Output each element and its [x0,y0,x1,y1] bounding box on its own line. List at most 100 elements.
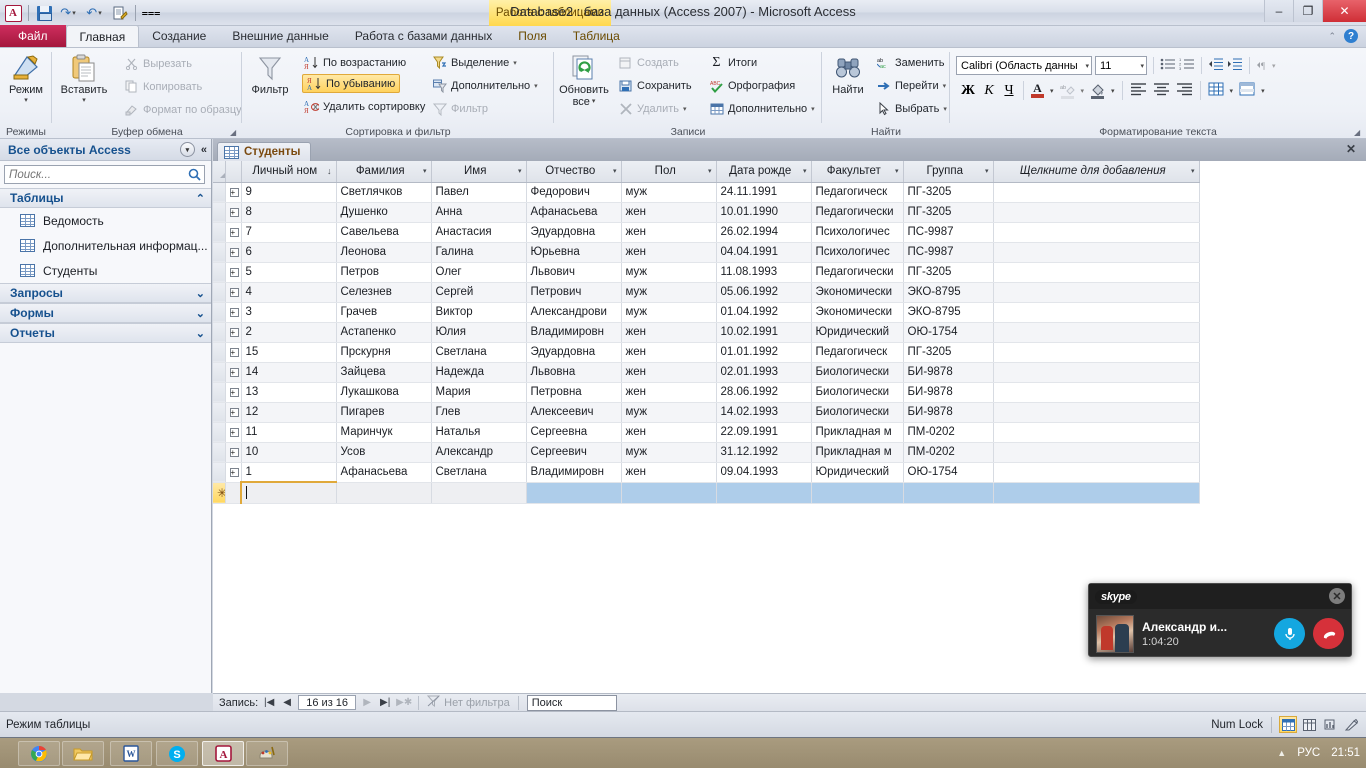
tab-create[interactable]: Создание [139,25,219,47]
table-cell[interactable]: Маринчук [336,422,432,443]
close-icon[interactable]: ✕ [1329,588,1345,604]
table-cell[interactable]: Афанасьева [526,202,622,223]
delete-record-button[interactable]: Удалить ▾ [618,100,687,117]
chevron-up-icon[interactable]: ⌃ [196,192,205,205]
table-cell[interactable]: Астапенко [336,322,432,343]
goto-button[interactable]: Перейти ▾ [876,77,946,94]
table-cell[interactable]: Душенко [336,202,432,223]
table-cell[interactable]: 10.01.1990 [716,202,812,223]
table-cell[interactable]: 28.06.1992 [716,382,812,403]
new-record-cell-selected[interactable] [903,482,994,504]
column-header-fakultet[interactable]: Факультет ▾ [811,161,904,183]
table-row[interactable]: +3 Грачев Виктор Александрови муж 01.04.1992 Э… [213,302,1200,323]
table-row[interactable]: +14 Зайцева Надежда Львовна жен 02.01.1993 Био… [213,362,1200,383]
font-color-button[interactable]: A [1031,82,1044,98]
table-cell[interactable]: 15 [241,342,337,363]
customize-qat-icon[interactable]: ⩶ [140,2,162,24]
table-cell[interactable]: Олег [431,262,527,283]
plus-icon[interactable]: + [229,308,239,317]
table-cell[interactable]: Пигарев [336,402,432,423]
table-cell[interactable]: 01.04.1992 [716,302,812,323]
tab-home[interactable]: Главная [65,25,140,47]
tab-file[interactable]: Файл [0,25,66,47]
pivottable-view-button[interactable] [1300,716,1318,733]
fill-color-caret[interactable]: ▾ [1111,87,1115,95]
table-cell[interactable]: муж [621,402,717,423]
table-cell[interactable]: ОЮ-1754 [903,322,994,343]
expand-row-button[interactable]: + [225,302,242,323]
table-cell[interactable]: Надежда [431,362,527,383]
table-row[interactable]: +9 Светлячков Павел Федорович муж 24.11.1991 П… [213,182,1200,203]
table-cell[interactable]: Савельева [336,222,432,243]
plus-icon[interactable]: + [229,368,239,377]
row-selector[interactable] [213,362,226,383]
table-cell[interactable]: 8 [241,202,337,223]
chevron-down-icon[interactable]: ⌄ [196,327,205,340]
previous-record-button[interactable]: ◀ [280,697,294,708]
chevron-down-icon[interactable]: ▾ [515,167,522,175]
plus-icon[interactable]: + [229,448,239,457]
row-selector[interactable] [213,182,226,203]
table-cell[interactable]: Прикладная м [811,422,904,443]
table-cell[interactable]: Зайцева [336,362,432,383]
nav-item-studenty[interactable]: Студенты [0,258,211,283]
table-cell[interactable]: Анастасия [431,222,527,243]
table-cell[interactable]: ПМ-0202 [903,422,994,443]
filter-button[interactable]: Фильтр [242,52,298,96]
design-view-button[interactable] [1342,716,1360,733]
table-cell[interactable]: 02.01.1993 [716,362,812,383]
sort-asc-button[interactable]: АЯ По возрастанию [304,54,406,71]
chevron-down-icon[interactable]: ▾ [179,142,195,157]
table-cell[interactable]: Сергеевна [526,422,622,443]
table-cell[interactable]: Александрови [526,302,622,323]
table-cell[interactable]: Педагогическ [811,182,904,203]
align-right-icon[interactable] [1176,82,1193,99]
table-cell[interactable]: муж [621,182,717,203]
table-cell[interactable]: Биологически [811,382,904,403]
table-cell[interactable]: Психологичес [811,222,904,243]
show-hidden-icons-icon[interactable]: ▲ [1277,748,1286,758]
expand-row-button[interactable]: + [225,382,242,403]
table-row[interactable]: +11 Маринчук Наталья Сергеевна жен 22.09.1991… [213,422,1200,443]
collapse-ribbon-icon[interactable]: ⌃ [1328,31,1336,42]
plus-icon[interactable]: + [229,468,239,477]
goto-caret[interactable]: ▾ [943,82,947,90]
table-cell[interactable]: Галина [431,242,527,263]
plus-icon[interactable]: + [229,348,239,357]
expand-row-button[interactable]: + [225,402,242,423]
new-record-cell-selected[interactable] [716,482,812,504]
select-all-corner[interactable] [213,161,226,183]
table-row[interactable]: +6 Леонова Галина Юрьевна жен 04.04.1991 Психо… [213,242,1200,263]
table-cell[interactable]: Сергей [431,282,527,303]
table-cell[interactable]: Лукашкова [336,382,432,403]
expand-row-button[interactable]: + [225,222,242,243]
column-header-pol[interactable]: Пол ▾ [621,161,717,183]
font-color-caret[interactable]: ▾ [1050,87,1054,95]
new-record-indicator[interactable]: ✳ [213,482,226,504]
table-cell[interactable]: Психологичес [811,242,904,263]
table-cell[interactable]: муж [621,442,717,463]
table-cell[interactable]: ПГ-3205 [903,182,994,203]
cut-button[interactable]: Вырезать [124,55,192,72]
fill-color-button[interactable] [1090,83,1105,99]
clear-sort-button[interactable]: АЯ Удалить сортировку [304,98,425,115]
table-cell[interactable]: Экономически [811,302,904,323]
table-row[interactable]: +13 Лукашкова Мария Петровна жен 28.06.1992 Би… [213,382,1200,403]
column-header-imya[interactable]: Имя ▾ [431,161,527,183]
taskbar-chrome-button[interactable] [18,741,60,766]
row-selector[interactable] [213,402,226,423]
format-painter-button[interactable]: Формат по образцу [124,101,242,118]
taskbar-access-button[interactable]: A [202,741,244,766]
table-row[interactable]: +1 Афанасьева Светлана Владимировн жен 09.04.… [213,462,1200,483]
replace-button[interactable]: ab ac Заменить [876,54,944,71]
table-row[interactable]: +7 Савельева Анастасия Эдуардовна жен 26.02.1… [213,222,1200,243]
toggle-filter-button[interactable]: Фильтр [432,100,488,117]
expand-row-button[interactable]: + [225,242,242,263]
table-cell[interactable]: Светлячков [336,182,432,203]
table-cell[interactable]: жен [621,422,717,443]
table-cell[interactable]: Алексеевич [526,402,622,423]
new-record-cell-selected[interactable] [811,482,904,504]
table-cell[interactable]: жен [621,362,717,383]
row-selector[interactable] [213,282,226,303]
taskbar-paint-button[interactable] [246,741,288,766]
